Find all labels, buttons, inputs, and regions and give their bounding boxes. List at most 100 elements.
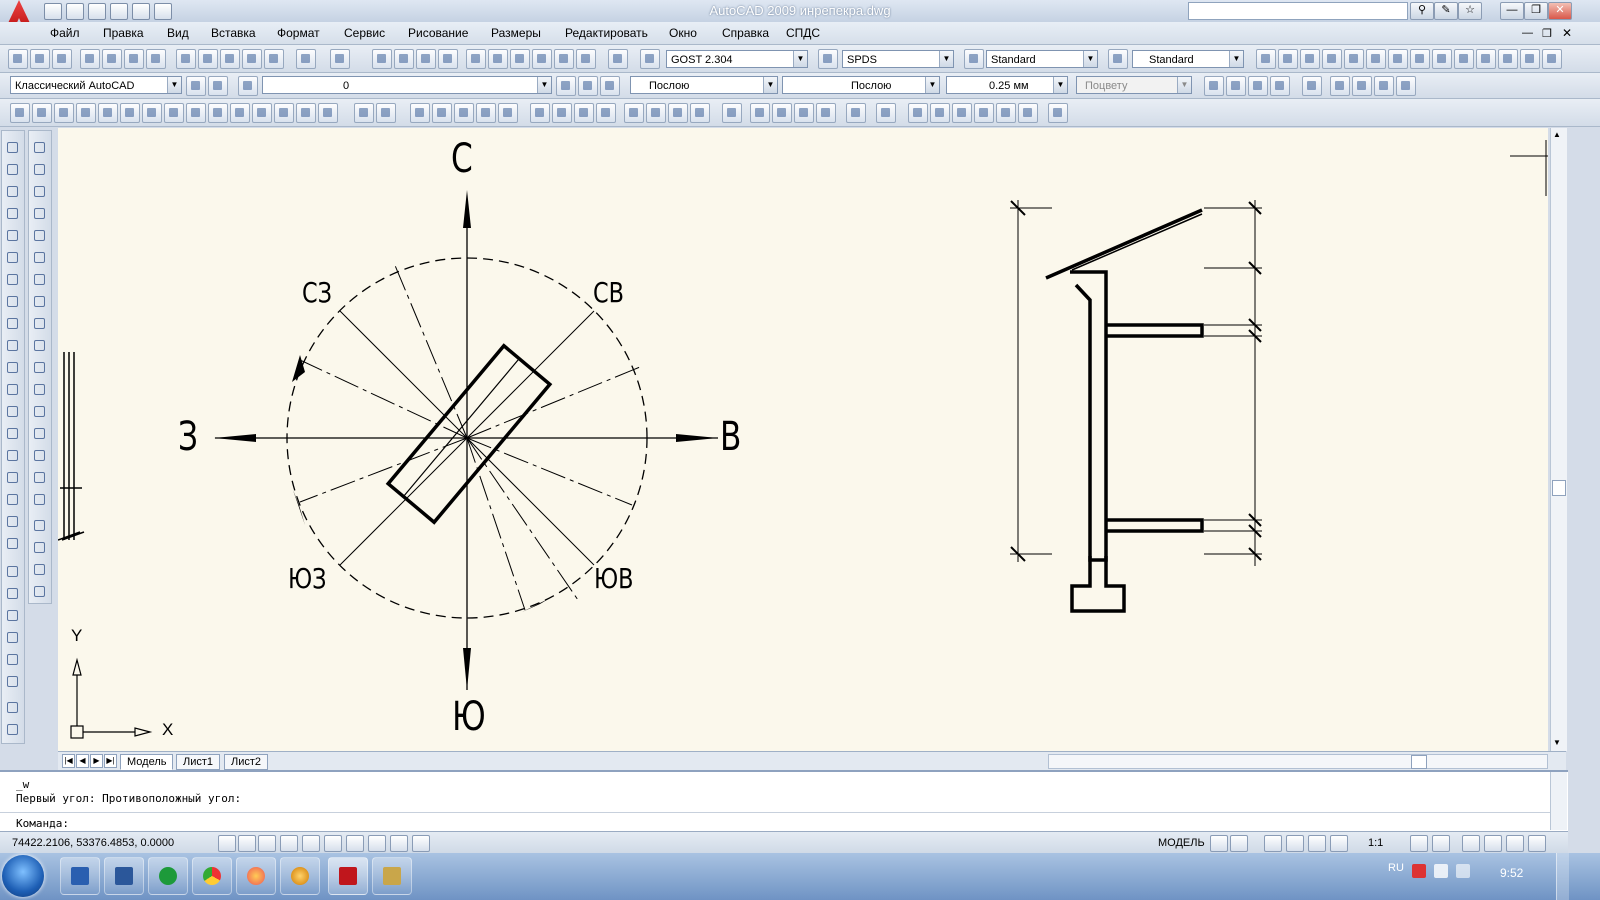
circle-icon[interactable]	[4, 271, 21, 288]
doc-close-button[interactable]: ✕	[1562, 26, 1572, 40]
mirror-icon[interactable]	[31, 183, 48, 200]
spds-draw-icon-5[interactable]	[4, 651, 21, 668]
taskbar-app-3[interactable]	[148, 857, 188, 895]
menu-modify[interactable]: Редактировать	[565, 26, 648, 40]
ellipse-arc-icon[interactable]	[4, 359, 21, 376]
dim-aligned-icon[interactable]	[1226, 76, 1246, 96]
block-editor-icon[interactable]	[264, 49, 284, 69]
menu-tools[interactable]: Сервис	[344, 26, 385, 40]
draworder-icon-3[interactable]	[31, 561, 48, 578]
tab-layout1[interactable]: Лист1	[176, 754, 221, 770]
spds-draw-icon-3[interactable]	[4, 607, 21, 624]
taskbar-clock[interactable]: 9:52	[1500, 866, 1523, 880]
tool-g-icon[interactable]	[142, 103, 162, 123]
tool-a-icon[interactable]	[10, 103, 30, 123]
dim-jogged-icon[interactable]	[574, 103, 594, 123]
spds-icon-7[interactable]	[1388, 49, 1408, 69]
design-center-icon[interactable]	[488, 49, 508, 69]
spds-icon-12[interactable]	[1498, 49, 1518, 69]
tool-i-icon[interactable]	[186, 103, 206, 123]
copy-object-icon[interactable]	[31, 161, 48, 178]
point-icon[interactable]	[4, 425, 21, 442]
arc-icon[interactable]	[4, 249, 21, 266]
dim-continue-spds-icon[interactable]	[668, 103, 688, 123]
tab-layout2[interactable]: Лист2	[224, 754, 269, 770]
view-icon-1[interactable]	[908, 103, 928, 123]
workspace-switch-icon[interactable]	[1462, 835, 1480, 852]
spds-draw-icon-2[interactable]	[4, 585, 21, 602]
tool-f-icon[interactable]	[120, 103, 140, 123]
dim-quick-icon[interactable]	[624, 103, 644, 123]
workspace-settings-icon[interactable]	[186, 76, 206, 96]
dim-ordinate-icon[interactable]	[596, 103, 616, 123]
table-style-icon[interactable]	[964, 49, 984, 69]
quickcalc-icon[interactable]	[576, 49, 596, 69]
chamfer-icon[interactable]	[31, 447, 48, 464]
tray-volume-icon[interactable]	[1456, 864, 1470, 878]
tool-h-icon[interactable]	[164, 103, 184, 123]
taskbar-firefox-app[interactable]	[236, 857, 276, 895]
mtext-icon[interactable]	[4, 535, 21, 552]
taskbar-chrome-app[interactable]	[192, 857, 232, 895]
favorites-star-icon[interactable]: ☆	[1458, 2, 1482, 20]
prev-tab-icon[interactable]: ◀	[76, 754, 89, 768]
communication-center-icon[interactable]: ✎	[1434, 2, 1458, 20]
spds-hatch-icon-1[interactable]	[1330, 76, 1350, 96]
taskbar-autocad-app[interactable]	[328, 857, 368, 895]
spds-icon-6[interactable]	[1366, 49, 1386, 69]
view-icon-4[interactable]	[974, 103, 994, 123]
spds-draw-icon-8[interactable]	[4, 721, 21, 738]
dim-baseline-spds-icon[interactable]	[646, 103, 666, 123]
view-icon-6[interactable]	[1018, 103, 1038, 123]
quick-properties-icon[interactable]	[412, 835, 430, 852]
tool-palettes-icon[interactable]	[510, 49, 530, 69]
start-button[interactable]	[2, 855, 44, 897]
spds-icon-1[interactable]	[1256, 49, 1276, 69]
save-toolbar-icon[interactable]	[52, 49, 72, 69]
color-select[interactable]: Послою ▼	[630, 76, 778, 94]
redo-toolbar-icon[interactable]	[330, 49, 350, 69]
workspace-save-icon[interactable]	[208, 76, 228, 96]
annotation-scale[interactable]: 1:1	[1368, 837, 1383, 849]
tolerance-icon[interactable]	[722, 103, 742, 123]
dim-style-select[interactable]: SPDS ▼	[842, 50, 954, 68]
plot-preview-icon[interactable]	[102, 49, 122, 69]
block-insert-icon-6[interactable]	[876, 103, 896, 123]
block-insert-icon-3[interactable]	[794, 103, 814, 123]
trim-icon[interactable]	[31, 337, 48, 354]
showmotion-icon[interactable]	[1330, 835, 1348, 852]
linetype-select[interactable]: Послою ▼	[782, 76, 940, 94]
quick-view-icon[interactable]	[1230, 835, 1248, 852]
last-tab-icon[interactable]: ▶|	[104, 754, 117, 768]
zoom-realtime-icon[interactable]	[394, 49, 414, 69]
lock-icon[interactable]	[1484, 835, 1502, 852]
break-icon[interactable]	[31, 403, 48, 420]
view-icon-3[interactable]	[952, 103, 972, 123]
spds-icon-2[interactable]	[1278, 49, 1298, 69]
dim-space-icon[interactable]	[690, 103, 710, 123]
workspace-select[interactable]: Классический AutoCAD ▼	[10, 76, 182, 94]
spds-icon-14[interactable]	[1542, 49, 1562, 69]
tool-c-icon[interactable]	[54, 103, 74, 123]
vertical-scrollbar[interactable]: ▲ ▼	[1550, 128, 1567, 751]
ducs-toggle-icon[interactable]	[346, 835, 364, 852]
command-window[interactable]: _w Первый угол: Противоположный угол: Ко…	[0, 770, 1568, 832]
spds-draw-icon-1[interactable]	[4, 563, 21, 580]
menu-window[interactable]: Окно	[669, 26, 697, 40]
close-window-button[interactable]: ✕	[1548, 2, 1572, 20]
view-icon-7[interactable]	[1048, 103, 1068, 123]
ellipse-icon[interactable]	[4, 337, 21, 354]
table-icon[interactable]	[4, 513, 21, 530]
hatch-icon[interactable]	[1302, 76, 1322, 96]
spds-icon-10[interactable]	[1454, 49, 1474, 69]
next-tab-icon[interactable]: ▶	[90, 754, 103, 768]
insert-block-icon[interactable]	[4, 381, 21, 398]
tool-m-icon[interactable]	[274, 103, 294, 123]
zoom-status-icon[interactable]	[1286, 835, 1304, 852]
dyn-toggle-icon[interactable]	[368, 835, 386, 852]
block-insert-icon-1[interactable]	[750, 103, 770, 123]
rectangle-icon[interactable]	[4, 227, 21, 244]
new-file-icon[interactable]	[44, 3, 62, 20]
tool-n-icon[interactable]	[296, 103, 316, 123]
ortho-toggle-icon[interactable]	[258, 835, 276, 852]
